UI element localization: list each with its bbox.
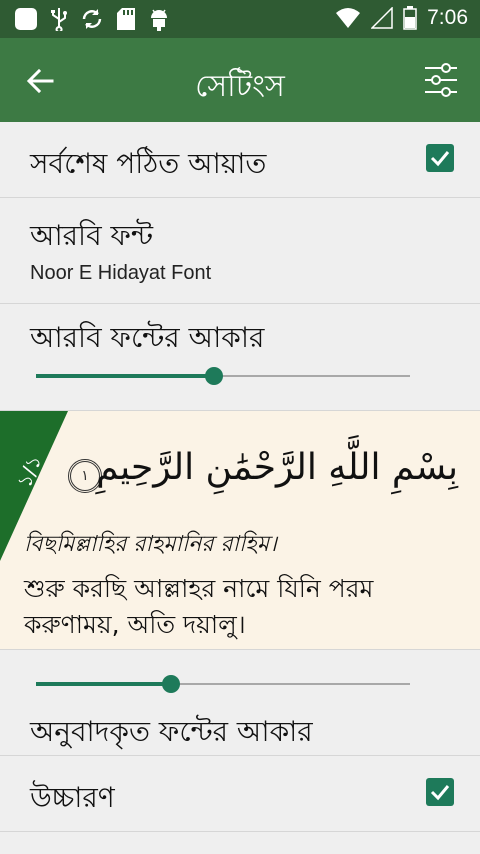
slider-fill: [36, 682, 171, 686]
arabic-font-size-slider[interactable]: [36, 366, 410, 386]
setting-arabic-font-size: আরবি ফন্টের আকার: [0, 304, 480, 410]
setting-last-read-label: সর্বশেষ পঠিত আয়াত: [30, 147, 267, 180]
setting-arabic-font-value: Noor E Hidayat Font: [30, 262, 212, 284]
battery-icon: [403, 6, 417, 30]
translation-text: শুরু করছি আল্লাহর নামে যিনি পরম করুণাময়…: [24, 574, 374, 639]
slider-thumb[interactable]: [204, 367, 223, 385]
filter-icon: [425, 63, 457, 97]
filter-button[interactable]: [424, 62, 458, 98]
status-bar: 7:06: [0, 0, 480, 38]
setting-pronunciation-label: উচ্চারণ: [30, 781, 115, 814]
status-time: 7:06: [427, 6, 468, 29]
arabic-verse: بِسْمِ اللَّهِ الرَّحْمَٰنِ الرَّحِيمِ: [96, 447, 458, 488]
app-icon: [15, 8, 37, 30]
setting-arabic-font[interactable]: আরবি ফন্ট Noor E Hidayat Font: [0, 198, 480, 304]
sync-icon: [82, 9, 102, 29]
setting-last-read[interactable]: সর্বশেষ পঠিত আয়াত: [0, 122, 480, 198]
setting-translation-font-size: অনুবাদকৃত ফন্টের আকার: [0, 650, 480, 756]
slider-fill: [36, 374, 214, 378]
android-icon: [151, 9, 167, 31]
setting-arabic-font-size-label: আরবি ফন্টের আকার: [30, 321, 265, 354]
wifi-icon: [336, 8, 361, 28]
usb-icon: [51, 8, 67, 31]
slider-thumb[interactable]: [161, 675, 180, 693]
preview-panel: ১/১ ١ بِسْمِ اللَّهِ الرَّحْمَٰنِ الرَّح…: [0, 410, 480, 650]
checkmark-icon: [430, 785, 450, 801]
setting-arabic-font-label: আরবি ফন্ট: [30, 219, 154, 252]
signal-icon: [371, 7, 393, 29]
translation-font-size-slider[interactable]: [36, 674, 410, 694]
setting-pronunciation[interactable]: উচ্চারণ: [0, 756, 480, 832]
sd-card-icon: [117, 8, 135, 30]
transliteration-text: বিছমিল্লাহির রাহমানির রাহিম।: [24, 532, 277, 557]
checkmark-icon: [430, 151, 450, 167]
last-read-checkbox[interactable]: [426, 144, 454, 172]
setting-next-partial: [0, 832, 480, 854]
setting-translation-font-size-label: অনুবাদকৃত ফন্টের আকার: [30, 715, 313, 748]
app-bar: সেটিংস: [0, 38, 480, 122]
page-title: সেটিংস: [195, 69, 285, 104]
pronunciation-checkbox[interactable]: [426, 778, 454, 806]
